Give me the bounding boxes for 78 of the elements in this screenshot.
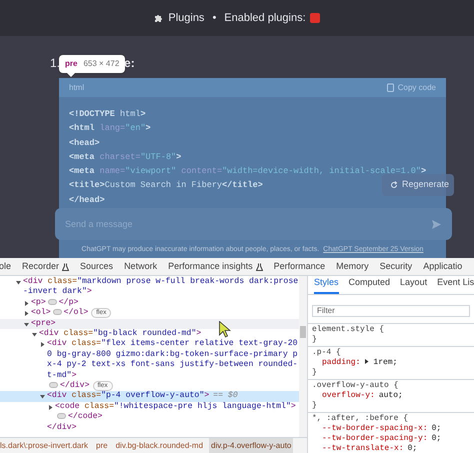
regenerate-button[interactable]: Regenerate	[382, 174, 454, 196]
expanded-triangle-icon[interactable]	[40, 394, 45, 400]
devtools-tab[interactable]: Performance insights	[168, 258, 263, 275]
css-selector: .p-4 {	[312, 348, 342, 358]
css-selector: *, :after, :before {	[312, 414, 410, 424]
html-tag[interactable]: <ol>	[31, 308, 51, 319]
html-tag[interactable]: <div class="bg-black rounded-md">	[39, 329, 202, 340]
css-value: 0;	[432, 424, 442, 433]
css-property: --tw-border-spacing-x:	[322, 424, 428, 433]
closing-tag: </div>	[47, 422, 76, 432]
mouse-cursor-icon	[219, 321, 231, 338]
html-tag[interactable]: <pre>	[31, 318, 56, 330]
tag-name: pre	[65, 58, 78, 70]
devtools-tab[interactable]: Network	[124, 258, 158, 275]
devtools-tab[interactable]: Sources	[80, 258, 114, 275]
code-line: <meta charset="UTF-8">	[69, 150, 182, 164]
devtools-tab[interactable]: Performance	[274, 258, 326, 275]
css-value: 0;	[408, 444, 418, 453]
closing-tag: </div>	[60, 381, 90, 390]
css-selector: element.style {	[312, 325, 386, 335]
html-tag[interactable]: <p>	[31, 298, 46, 308]
closing-tag: </code>	[68, 412, 102, 422]
html-tag[interactable]: <div class="p-4 overflow-y-auto">	[47, 391, 210, 402]
code-line: <html lang="en">	[69, 122, 151, 136]
clipboard-icon	[386, 83, 394, 92]
plugin-logo-icon	[310, 13, 320, 23]
css-property: --tw-translate-x:	[322, 444, 404, 453]
closing-brace: }	[312, 368, 318, 378]
code-language-label: html	[69, 82, 84, 94]
code-line: </head>	[69, 194, 105, 207]
beaker-icon	[62, 262, 70, 270]
send-icon	[432, 220, 441, 229]
scrollbar[interactable]	[299, 276, 307, 437]
styles-tab[interactable]: Layout	[400, 276, 428, 294]
breadcrumb-item[interactable]: div.p-4.overflow-y-auto	[209, 438, 294, 453]
closing-brace: }	[312, 401, 318, 411]
css-value: 0;	[432, 434, 442, 443]
styles-tab[interactable]: Styles	[314, 276, 339, 294]
expanded-triangle-icon[interactable]	[16, 280, 21, 285]
css-value: 1rem;	[373, 358, 398, 367]
element-size: 653 × 472	[83, 58, 120, 70]
devtools-tab[interactable]: Recorder	[22, 258, 70, 275]
closing-tag: </p>	[58, 298, 78, 307]
collapsed-triangle-icon[interactable]	[48, 404, 53, 410]
closing-brace: }	[312, 335, 318, 345]
devtools-tab[interactable]: Applicatio	[423, 258, 462, 275]
css-property: --tw-border-spacing-y:	[322, 434, 428, 443]
expanded-triangle-icon[interactable]	[24, 322, 29, 327]
collapsed-triangle-icon[interactable]	[24, 311, 29, 316]
html-tag[interactable]: <code class="!whitespace-pre hljs language-html">	[55, 402, 296, 412]
expanded-triangle-icon[interactable]	[32, 332, 37, 338]
list-item-text: e:	[124, 55, 135, 72]
code-line: <!DOCTYPE html>	[69, 108, 146, 121]
html-tag[interactable]: <div class="flex items-center relative text-gray-200 bg-gray-800 gizmo:dark:bg-token-surface-primary px-4 py-2 text-xs font-sans justify-between rounded-t-md">	[47, 339, 299, 382]
code-line: <head>	[69, 136, 100, 150]
expand-triangle-icon[interactable]	[364, 359, 370, 364]
list-number: 1.	[50, 55, 60, 72]
filter-field[interactable]: Filter	[312, 305, 470, 317]
separator-dot: •	[212, 10, 216, 26]
styles-tab[interactable]: Event Lis	[437, 276, 474, 294]
refresh-icon	[390, 181, 398, 189]
dom-node-row[interactable]: <div class="p-4 overflow-y-auto"> == $0	[0, 391, 299, 402]
styles-tab[interactable]: Computed	[348, 276, 390, 294]
plugins-label: Plugins	[168, 10, 204, 26]
devtools-tab[interactable]: Security	[380, 258, 412, 275]
collapsed-triangle-icon[interactable]	[40, 342, 45, 348]
beaker-icon	[256, 262, 263, 270]
css-property: padding:	[322, 358, 360, 367]
code-line: <title>Custom Search in Fibery</title>	[69, 179, 263, 192]
selected-node-marker: == $0	[213, 391, 238, 400]
closing-tag: </ol>	[64, 308, 88, 318]
puzzle-piece-icon	[154, 13, 164, 23]
collapsed-triangle-icon[interactable]	[24, 300, 29, 306]
css-value: auto;	[378, 391, 403, 400]
css-property: overflow-y:	[322, 391, 375, 400]
enabled-plugins-label: Enabled plugins:	[224, 10, 306, 26]
devtools-tab[interactable]: Memory	[336, 258, 369, 275]
css-selector: .overflow-y-auto {	[312, 381, 400, 391]
